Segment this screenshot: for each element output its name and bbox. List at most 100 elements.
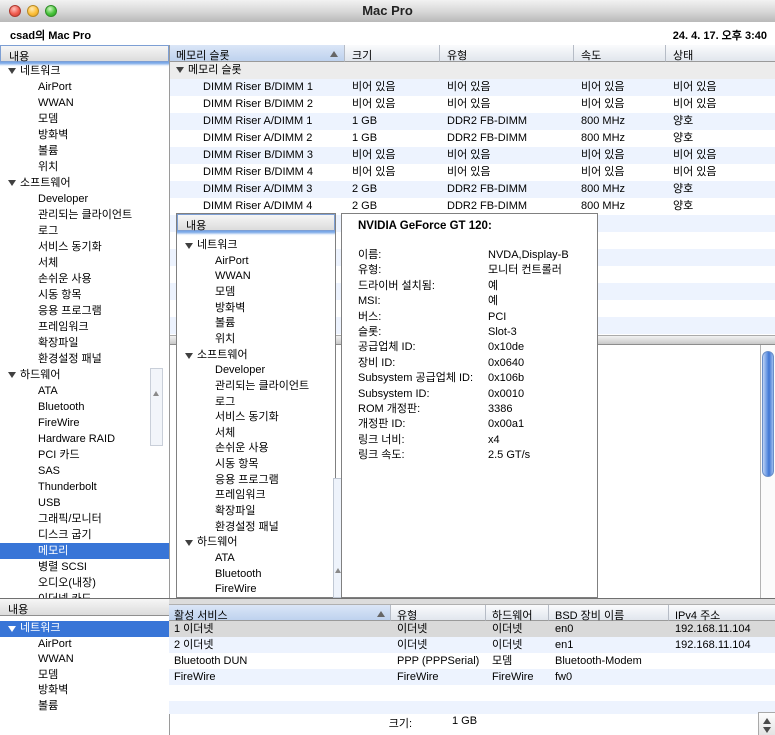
- tree-item[interactable]: 서비스 동기화: [177, 410, 335, 426]
- tree-item[interactable]: 서체: [0, 255, 169, 271]
- tree-item[interactable]: WWAN: [177, 269, 335, 285]
- table-row[interactable]: FireWireFireWireFireWirefw0: [169, 669, 775, 685]
- table-row[interactable]: 1 이더넷이더넷이더넷en0192.168.11.104: [169, 621, 775, 637]
- tree-item[interactable]: AirPort: [177, 254, 335, 270]
- disclosure-triangle-icon[interactable]: [176, 67, 184, 73]
- column-header-active-service[interactable]: 활성 서비스: [169, 605, 391, 621]
- disclosure-triangle-icon[interactable]: [185, 353, 193, 359]
- window-titlebar[interactable]: Mac Pro: [0, 0, 775, 23]
- tree-item[interactable]: 서체: [177, 426, 335, 442]
- tree-item[interactable]: Developer: [0, 191, 169, 207]
- tree-item[interactable]: 네트워크: [0, 621, 169, 637]
- tree-item[interactable]: 하드웨어: [0, 367, 169, 383]
- tree-item[interactable]: Bluetooth: [177, 567, 335, 583]
- table-row[interactable]: DIMM Riser A/DIMM 32 GBDDR2 FB-DIMM800 M…: [170, 181, 775, 198]
- table-row[interactable]: DIMM Riser A/DIMM 21 GBDDR2 FB-DIMM800 M…: [170, 130, 775, 147]
- tree-item[interactable]: 로그: [177, 395, 335, 411]
- tree-item[interactable]: 병렬 SCSI: [0, 559, 169, 575]
- tree-item[interactable]: 볼륨: [0, 699, 169, 715]
- column-header-speed[interactable]: 속도: [574, 45, 666, 62]
- tree-item[interactable]: 하드웨어: [177, 535, 335, 551]
- tree-item[interactable]: 프레임워크: [0, 319, 169, 335]
- tree-item[interactable]: 볼륨: [177, 316, 335, 332]
- disclosure-triangle-icon[interactable]: [8, 180, 16, 186]
- column-header-type[interactable]: 유형: [391, 605, 486, 621]
- tree-item[interactable]: WWAN: [0, 652, 169, 668]
- column-header-bsd-name[interactable]: BSD 장비 이름: [549, 605, 669, 621]
- mid-contents-header[interactable]: 내용: [177, 214, 335, 231]
- tree-item[interactable]: 네트워크: [0, 63, 169, 79]
- scrollbar-buttons[interactable]: [758, 712, 775, 735]
- tree-item[interactable]: 소프트웨어: [0, 175, 169, 191]
- disclosure-triangle-icon[interactable]: [8, 68, 16, 74]
- bottom-contents-header[interactable]: 내용: [0, 599, 169, 616]
- tree-item[interactable]: 방화벽: [177, 301, 335, 317]
- tree-item[interactable]: 서비스 동기화: [0, 239, 169, 255]
- tree-item[interactable]: 손쉬운 사용: [0, 271, 169, 287]
- memory-slot-group-row[interactable]: 메모리 슬롯: [170, 62, 775, 79]
- tree-item[interactable]: 그래픽/모니터: [0, 511, 169, 527]
- tree-item[interactable]: Hardware RAID: [0, 431, 169, 447]
- tree-item[interactable]: 관리되는 클라이언트: [0, 207, 169, 223]
- tree-item[interactable]: 응용 프로그램: [0, 303, 169, 319]
- table-row[interactable]: DIMM Riser A/DIMM 11 GBDDR2 FB-DIMM800 M…: [170, 113, 775, 130]
- tree-item[interactable]: 로그: [0, 223, 169, 239]
- table-row[interactable]: DIMM Riser B/DIMM 2비어 있음비어 있음비어 있음비어 있음: [170, 96, 775, 113]
- tree-item[interactable]: 환경설정 패널: [177, 520, 335, 536]
- column-header-type[interactable]: 유형: [440, 45, 574, 62]
- tree-item[interactable]: 응용 프로그램: [177, 473, 335, 489]
- scrollbar-thumb[interactable]: [762, 351, 774, 477]
- tree-item[interactable]: AirPort: [0, 79, 169, 95]
- column-header-memory-slot[interactable]: 메모리 슬롯: [170, 45, 345, 62]
- tree-item[interactable]: 방화벽: [0, 127, 169, 143]
- tree-item[interactable]: 모뎀: [177, 285, 335, 301]
- close-button[interactable]: [9, 5, 21, 17]
- disclosure-triangle-icon[interactable]: [185, 540, 193, 546]
- column-header-size[interactable]: 크기: [345, 45, 440, 62]
- tree-item[interactable]: Bluetooth: [0, 399, 169, 415]
- tree-item[interactable]: PCI 카드: [0, 447, 169, 463]
- tree-item[interactable]: 시동 항목: [177, 457, 335, 473]
- tree-item[interactable]: 손쉬운 사용: [177, 441, 335, 457]
- tree-item[interactable]: Thunderbolt: [0, 479, 169, 495]
- tree-item[interactable]: 위치: [177, 332, 335, 348]
- tree-item[interactable]: 모뎀: [0, 111, 169, 127]
- minimize-button[interactable]: [27, 5, 39, 17]
- sidebar-scrollbar-sliver[interactable]: [150, 368, 163, 446]
- tree-item[interactable]: 소프트웨어: [177, 348, 335, 364]
- zoom-button[interactable]: [45, 5, 57, 17]
- tree-item[interactable]: 디스크 굽기: [0, 527, 169, 543]
- tree-item[interactable]: 확장파일: [0, 335, 169, 351]
- memory-table-header[interactable]: 메모리 슬롯 크기 유형 속도 상태: [170, 45, 775, 62]
- table-row[interactable]: Bluetooth DUNPPP (PPPSerial)모뎀Bluetooth-…: [169, 653, 775, 669]
- tree-item[interactable]: 환경설정 패널: [0, 351, 169, 367]
- network-table-header[interactable]: 활성 서비스 유형 하드웨어 BSD 장비 이름 IPv4 주소: [169, 605, 775, 621]
- tree-item[interactable]: ATA: [0, 383, 169, 399]
- tree-item[interactable]: AirPort: [0, 637, 169, 653]
- tree-item[interactable]: 볼륨: [0, 143, 169, 159]
- tree-item[interactable]: WWAN: [0, 95, 169, 111]
- disclosure-triangle-icon[interactable]: [8, 372, 16, 378]
- table-row[interactable]: DIMM Riser B/DIMM 4비어 있음비어 있음비어 있음비어 있음: [170, 164, 775, 181]
- disclosure-triangle-icon[interactable]: [8, 626, 16, 632]
- tree-item[interactable]: 시동 항목: [0, 287, 169, 303]
- column-header-status[interactable]: 상태: [666, 45, 775, 62]
- tree-item[interactable]: 프레임워크: [177, 488, 335, 504]
- table-row[interactable]: 2 이더넷이더넷이더넷en1192.168.11.104: [169, 637, 775, 653]
- tree-item[interactable]: 확장파일: [177, 504, 335, 520]
- tree-item[interactable]: SAS: [0, 463, 169, 479]
- tree-item[interactable]: 이더넷 카드: [0, 591, 169, 598]
- tree-item[interactable]: 네트워크: [177, 238, 335, 254]
- table-row[interactable]: DIMM Riser B/DIMM 3비어 있음비어 있음비어 있음비어 있음: [170, 147, 775, 164]
- tree-item[interactable]: 관리되는 클라이언트: [177, 379, 335, 395]
- scroll-up-icon[interactable]: [153, 391, 159, 396]
- tree-item[interactable]: 위치: [0, 159, 169, 175]
- tree-item[interactable]: FireWire: [0, 415, 169, 431]
- scroll-up-icon[interactable]: [763, 718, 771, 724]
- tree-item[interactable]: FireWire: [177, 582, 335, 598]
- tree-item[interactable]: ATA: [177, 551, 335, 567]
- tree-item[interactable]: 메모리: [0, 543, 169, 559]
- tree-item[interactable]: 오디오(내장): [0, 575, 169, 591]
- tree-item[interactable]: USB: [0, 495, 169, 511]
- tree-item[interactable]: Developer: [177, 363, 335, 379]
